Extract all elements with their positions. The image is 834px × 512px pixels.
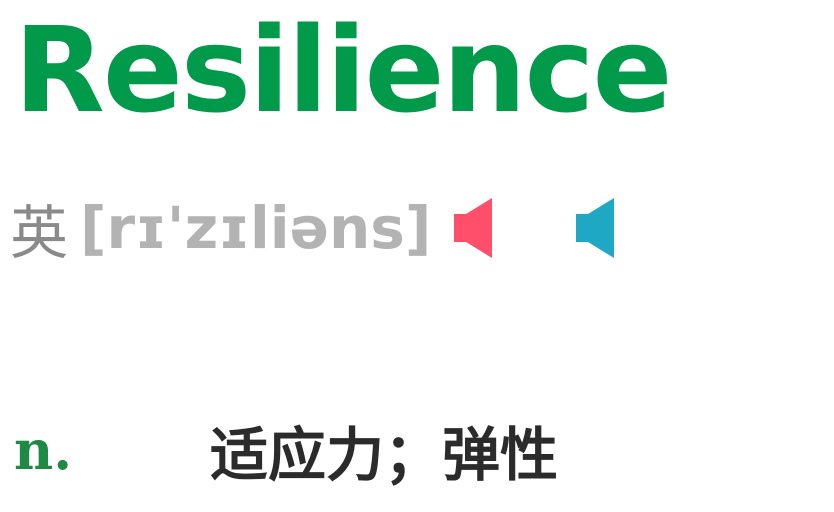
part-of-speech: n. [14,418,73,482]
headword: Resilience [14,1,672,139]
speaker-icon [454,198,492,258]
definition-text: 适应力；弹性 [210,421,559,489]
phonetic-transcription: [rɪ'zɪliəns] [80,194,432,262]
definition-row: n. 适应力；弹性 [14,410,558,490]
play-audio-button-uk[interactable] [444,188,504,268]
play-audio-button-us[interactable] [566,188,626,268]
pronunciation-lang-label: 英 [10,199,69,267]
speaker-icon [576,198,614,258]
pronunciation-row: 英 [rɪ'zɪliəns] [10,188,431,268]
